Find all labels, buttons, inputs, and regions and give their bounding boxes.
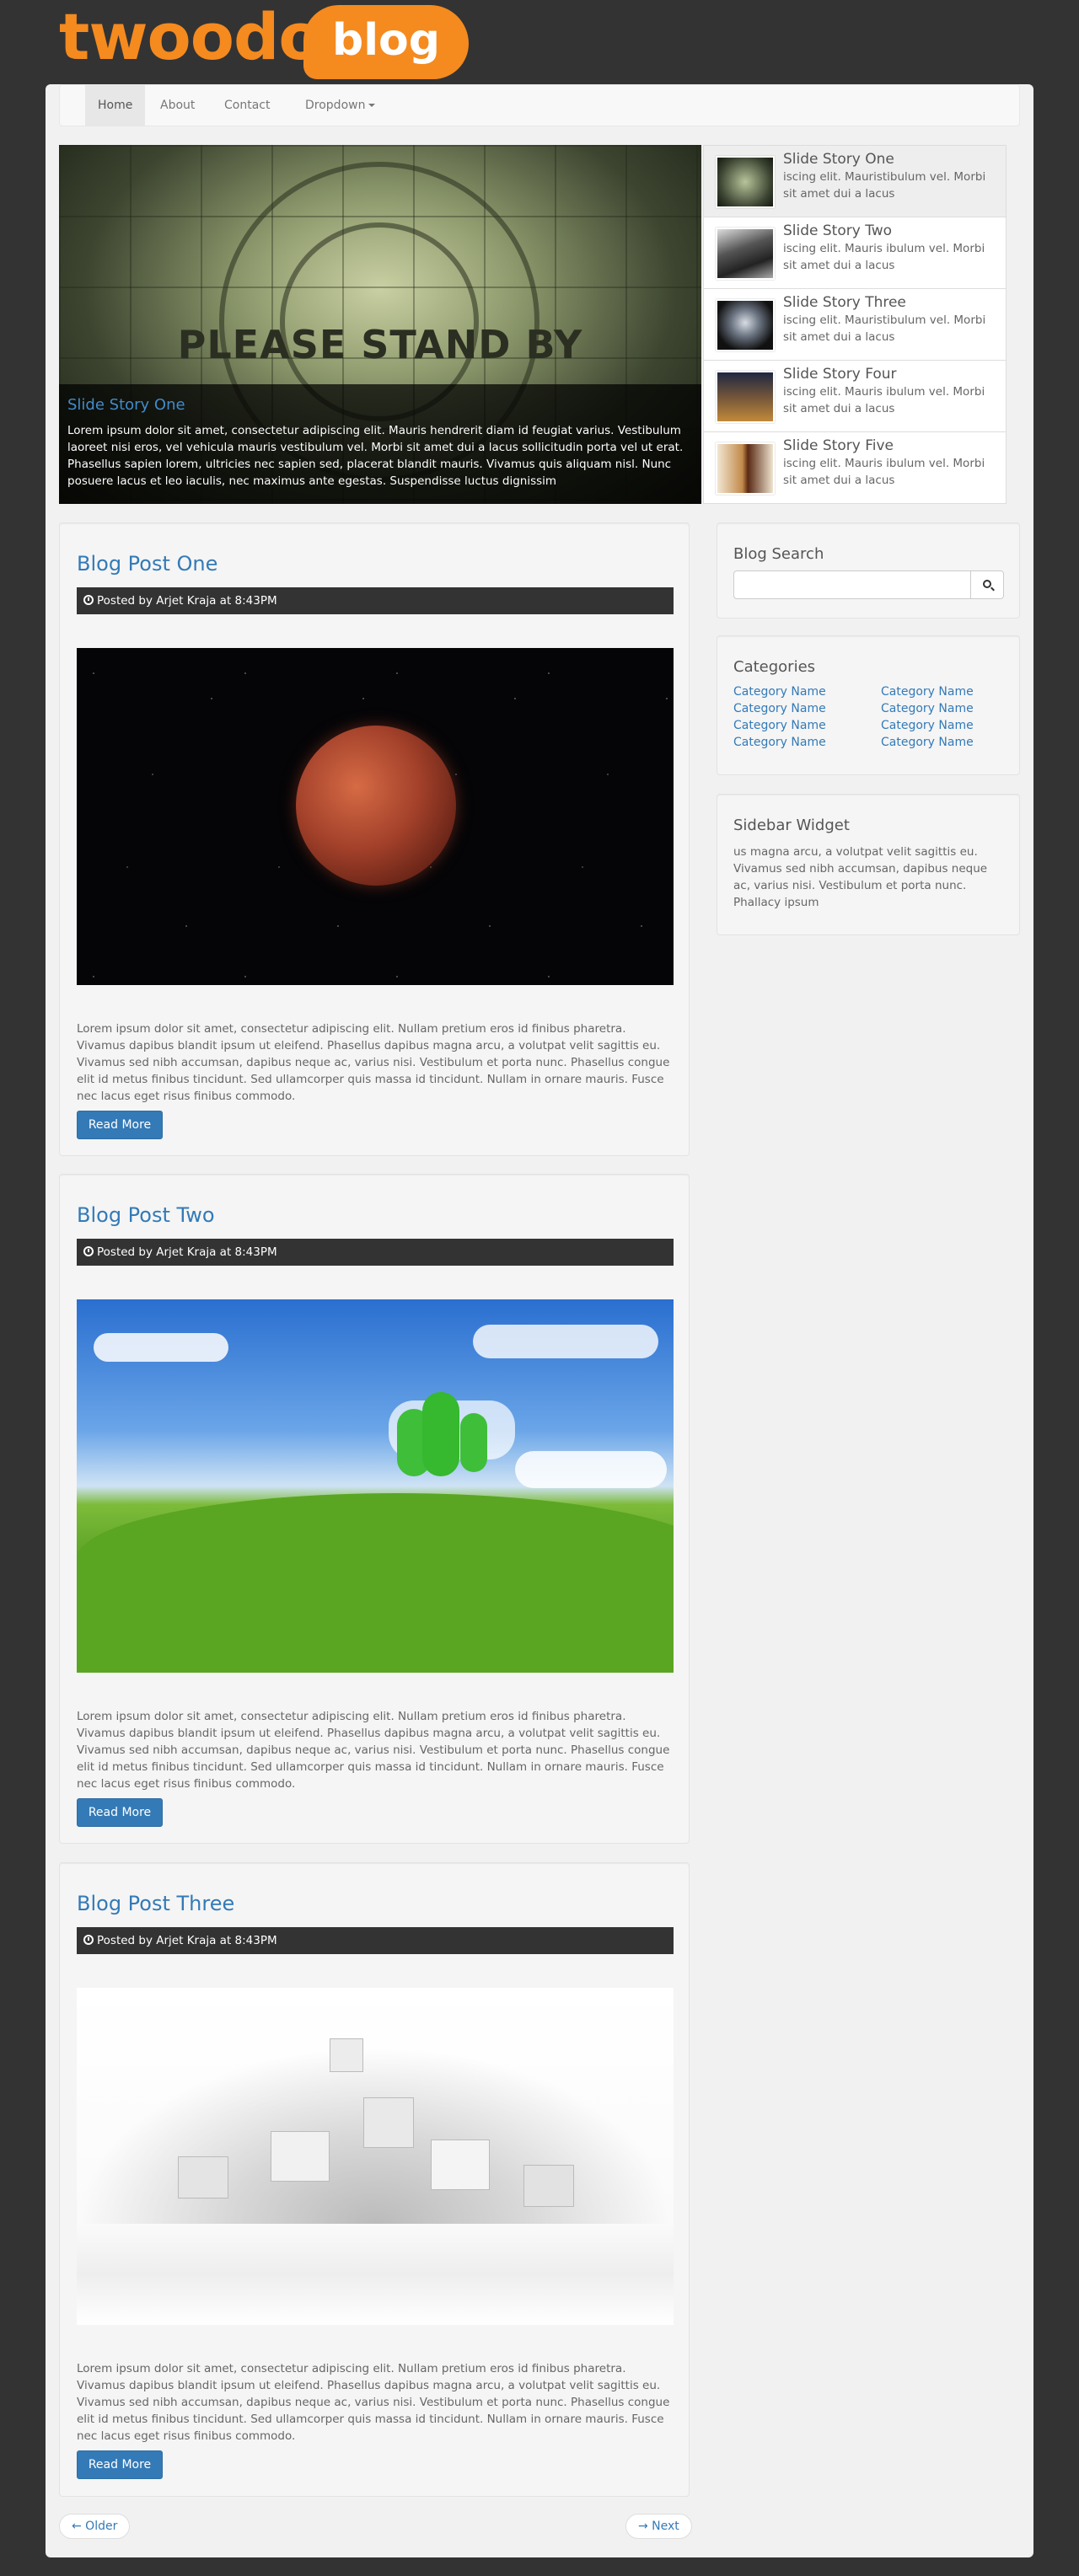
slide-title: Slide Story Four: [783, 366, 897, 383]
moon-image: [296, 726, 456, 886]
slide-thumbnail: [716, 299, 775, 351]
blog-post: Blog Post Three Posted by Arjet Kraja at…: [59, 1862, 690, 2497]
widget-title: Categories: [733, 658, 816, 676]
post-title[interactable]: Blog Post Two: [77, 1203, 215, 1227]
slide-item[interactable]: Slide Story Three iscing elit. Mauristib…: [704, 289, 1006, 361]
slide-item[interactable]: Slide Story Five iscing elit. Mauris ibu…: [704, 432, 1006, 504]
post-body: Lorem ipsum dolor sit amet, consectetur …: [77, 1022, 670, 1103]
blog-post: Blog Post Two Posted by Arjet Kraja at 8…: [59, 1174, 690, 1844]
older-button[interactable]: ← Older: [59, 2514, 131, 2539]
slide-item[interactable]: Slide Story One iscing elit. Mauristibul…: [704, 146, 1006, 217]
post-meta-text: Posted by Arjet Kraja at 8:43PM: [97, 1934, 277, 1947]
category-link[interactable]: Category Name: [733, 719, 826, 732]
widget-title: Sidebar Widget: [733, 817, 850, 834]
read-more-button[interactable]: Read More: [77, 1798, 163, 1827]
slide-title: Slide Story Two: [783, 222, 893, 239]
category-link[interactable]: Category Name: [733, 685, 826, 699]
slide-thumbnail: [716, 442, 775, 495]
search-button[interactable]: [970, 570, 1004, 599]
post-title[interactable]: Blog Post Three: [77, 1892, 234, 1915]
slide-title: Slide Story Three: [783, 294, 906, 311]
category-link[interactable]: Category Name: [881, 685, 974, 699]
nav-about[interactable]: About: [148, 85, 207, 126]
search-widget: Blog Search: [717, 522, 1020, 619]
read-more-button[interactable]: Read More: [77, 1111, 163, 1139]
search-input[interactable]: [733, 570, 971, 599]
site-logo[interactable]: twoodo blog: [59, 0, 469, 84]
next-button[interactable]: → Next: [625, 2514, 692, 2539]
sidebar-widget: Sidebar Widget us magna arcu, a volutpat…: [717, 794, 1020, 935]
category-link[interactable]: Category Name: [881, 736, 974, 749]
slide-item[interactable]: Slide Story Four iscing elit. Mauris ibu…: [704, 361, 1006, 432]
nav-dropdown-label: Dropdown: [305, 99, 366, 112]
hero-caption-text: Lorem ipsum dolor sit amet, consectetur …: [67, 424, 684, 488]
category-link[interactable]: Category Name: [733, 702, 826, 715]
post-meta-text: Posted by Arjet Kraja at 8:43PM: [97, 1245, 277, 1259]
category-link[interactable]: Category Name: [881, 702, 974, 715]
logo-wordmark: twoodo: [59, 0, 323, 74]
caret-down-icon: [368, 104, 376, 107]
category-link[interactable]: Category Name: [733, 736, 826, 749]
hero-carousel[interactable]: PLEASE STAND BY Slide Story One Lorem ip…: [59, 145, 701, 504]
slide-desc: iscing elit. Mauris ibulum vel. Morbi si…: [783, 457, 985, 487]
post-image: [77, 648, 674, 985]
slide-title: Slide Story One: [783, 151, 894, 168]
slide-desc: iscing elit. Mauristibulum vel. Morbi si…: [783, 313, 986, 344]
post-body: Lorem ipsum dolor sit amet, consectetur …: [77, 1710, 670, 1791]
category-link[interactable]: Category Name: [881, 719, 974, 732]
post-image: [77, 1299, 674, 1673]
post-body: Lorem ipsum dolor sit amet, consectetur …: [77, 2362, 670, 2443]
categories-widget: Categories Category Name Category Name C…: [717, 635, 1020, 775]
read-more-button[interactable]: Read More: [77, 2450, 163, 2479]
slide-story-list: Slide Story One iscing elit. Mauristibul…: [703, 145, 1007, 504]
slide-thumbnail: [716, 228, 775, 280]
slide-item[interactable]: Slide Story Two iscing elit. Mauris ibul…: [704, 217, 1006, 289]
widget-title: Blog Search: [733, 545, 824, 563]
clock-icon: [83, 595, 94, 605]
slide-thumbnail: [716, 156, 775, 208]
search-icon: [983, 580, 991, 588]
widget-text: us magna arcu, a volutpat velit sagittis…: [733, 845, 988, 909]
post-meta: Posted by Arjet Kraja at 8:43PM: [77, 587, 674, 614]
blog-post: Blog Post One Posted by Arjet Kraja at 8…: [59, 522, 690, 1156]
slide-title: Slide Story Five: [783, 437, 894, 454]
nav-dropdown[interactable]: Dropdown: [293, 85, 388, 126]
slide-desc: iscing elit. Mauris ibulum vel. Morbi si…: [783, 385, 985, 415]
nav-contact[interactable]: Contact: [212, 85, 282, 126]
post-image: [77, 1988, 674, 2325]
hero-caption-title[interactable]: Slide Story One: [67, 396, 693, 414]
nav-home[interactable]: Home: [85, 85, 146, 126]
slide-desc: iscing elit. Mauristibulum vel. Morbi si…: [783, 170, 986, 201]
clock-icon: [83, 1935, 94, 1945]
post-title[interactable]: Blog Post One: [77, 552, 217, 576]
logo-badge: blog: [303, 5, 469, 79]
post-meta: Posted by Arjet Kraja at 8:43PM: [77, 1927, 674, 1954]
hero-image-text: PLEASE STAND BY: [177, 322, 583, 367]
slide-desc: iscing elit. Mauris ibulum vel. Morbi si…: [783, 242, 985, 272]
clock-icon: [83, 1246, 94, 1256]
slide-thumbnail: [716, 371, 775, 423]
page-container: Home About Contact Dropdown PLEASE STAND…: [46, 84, 1033, 2557]
hero-caption: Slide Story One Lorem ipsum dolor sit am…: [59, 384, 701, 504]
post-meta: Posted by Arjet Kraja at 8:43PM: [77, 1239, 674, 1266]
post-meta-text: Posted by Arjet Kraja at 8:43PM: [97, 594, 277, 608]
logo-badge-text: blog: [332, 15, 440, 66]
navbar: Home About Contact Dropdown: [59, 84, 1020, 126]
